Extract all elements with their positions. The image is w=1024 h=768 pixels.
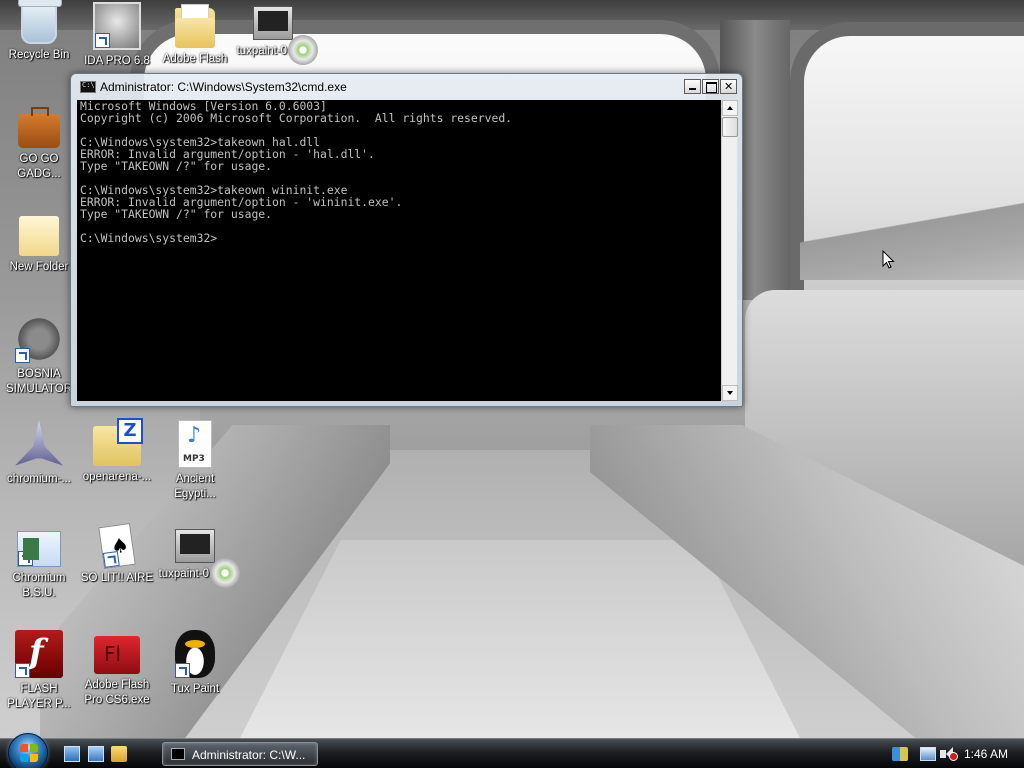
desktop-icon-label: FLASH PLAYER P... — [7, 683, 71, 710]
desktop-icon-label: Tux Paint — [170, 683, 220, 695]
volume-muted-icon — [949, 752, 958, 761]
cmd-title-bar[interactable]: Administrator: C:\Windows\System32\cmd.e… — [71, 74, 742, 100]
shortcut-arrow-icon — [18, 551, 33, 566]
shortcut-arrow-icon — [175, 663, 190, 678]
desktop-icon-label: Ancient Egypti... — [174, 473, 216, 500]
desktop-icon-label: IDA PRO 6.8 — [84, 55, 150, 67]
show-desktop-icon[interactable] — [64, 746, 80, 762]
desktop-icon-tuxpaint-installer-1[interactable]: tuxpaint-0.9.... — [234, 2, 318, 65]
desktop-icon-ida-pro[interactable]: IDA PRO 6.8 — [78, 2, 156, 69]
solitaire-icon — [98, 522, 136, 570]
cmd-window-title: Administrator: C:\Windows\System32\cmd.e… — [100, 80, 347, 94]
switch-windows-icon[interactable] — [88, 746, 104, 762]
cmd-app-icon — [171, 748, 185, 760]
desktop-icon-adobe-flash-folder[interactable]: Adobe Flash — [156, 2, 234, 67]
shortcut-arrow-icon — [95, 33, 110, 48]
desktop-icon-label: BOSNIA SIMULATOR — [5, 368, 73, 395]
shortcut-arrow-icon — [15, 663, 30, 678]
desktop-icon-chromium-game[interactable]: chromium-... — [0, 420, 78, 487]
briefcase-icon — [18, 107, 60, 148]
desktop-icon-new-folder[interactable]: New Folder — [0, 210, 78, 275]
desktop-icon-label: New Folder — [9, 261, 69, 273]
windows-start-orb-icon[interactable] — [8, 733, 48, 768]
cmd-window[interactable]: Administrator: C:\Windows\System32\cmd.e… — [70, 73, 743, 407]
zip-folder-icon — [93, 418, 143, 466]
vertical-scrollbar[interactable] — [721, 100, 738, 401]
cmd-app-icon[interactable] — [80, 81, 96, 93]
taskbar-button-cmd[interactable]: Administrator: C:\W... — [162, 742, 318, 766]
mp3-file-icon — [178, 420, 212, 468]
scroll-down-arrow-icon[interactable] — [722, 385, 738, 401]
scroll-thumb[interactable] — [722, 117, 738, 137]
desktop-icon-tuxpaint-installer-2[interactable]: tuxpaint-0.9.... — [156, 525, 240, 588]
minimize-button[interactable] — [684, 79, 701, 94]
clock[interactable]: 1:46 AM — [964, 747, 1008, 761]
ida-pro-icon — [93, 2, 141, 50]
desktop-icon-label: Adobe Flash — [162, 53, 228, 65]
folder-icon — [19, 216, 59, 256]
cd-icon — [210, 558, 240, 588]
wallpaper-hills — [800, 190, 1024, 280]
taskbar: Administrator: C:\W... 1:46 AM — [0, 733, 1024, 768]
desktop-icon-recycle-bin[interactable]: Recycle Bin — [0, 0, 78, 63]
shortcut-arrow-icon — [102, 550, 120, 568]
desktop-icon-chromium-bsu[interactable]: Chromium B.S.U. — [0, 525, 78, 601]
desktop-icon-openarena[interactable]: openarena-... — [78, 418, 156, 485]
installer-icon — [175, 529, 240, 588]
desktop-icon-label: openarena-... — [82, 471, 152, 483]
web-page-icon — [17, 531, 61, 567]
shortcut-arrow-icon — [15, 348, 30, 363]
explorer-icon[interactable] — [111, 746, 127, 762]
tux-icon — [175, 630, 215, 678]
desktop-icon-bosnia-simulator[interactable]: BOSNIA SIMULATOR — [0, 315, 78, 397]
desktop-icon-label: Adobe Flash Pro CS6.exe — [84, 679, 150, 706]
desktop-icon-label: Chromium B.S.U. — [12, 572, 66, 599]
folder-icon — [175, 4, 215, 48]
desktop-icon-label: Recycle Bin — [8, 49, 70, 61]
windows-flag-icon[interactable] — [892, 747, 908, 761]
desktop-icon-label: chromium-... — [7, 473, 71, 485]
cd-icon — [288, 35, 318, 65]
desktop-icon-tux-paint[interactable]: Tux Paint — [156, 630, 234, 697]
console-text: Microsoft Windows [Version 6.0.6003] Cop… — [80, 100, 513, 245]
maximize-button[interactable] — [702, 79, 719, 94]
desktop-icon-label: SO LIT!! AIRE — [80, 572, 154, 584]
desktop-icon-label: GO GO GADG... — [17, 153, 61, 180]
desktop-icon-adobe-flash-pro[interactable]: Adobe Flash Pro CS6.exe — [78, 630, 156, 708]
recycle-bin-icon — [18, 0, 62, 44]
console-output[interactable]: Microsoft Windows [Version 6.0.6003] Cop… — [77, 100, 721, 401]
flash-player-icon — [15, 630, 63, 678]
close-button[interactable] — [720, 79, 737, 94]
system-tray: 1:46 AM — [884, 740, 1024, 768]
network-icon[interactable] — [920, 747, 936, 761]
spaceship-icon — [15, 420, 63, 466]
desktop-icon-flash-player[interactable]: FLASH PLAYER P... — [0, 630, 78, 712]
taskbar-button-label: Administrator: C:\W... — [192, 748, 306, 762]
desktop-icon-solitaire[interactable]: SO LIT!! AIRE — [78, 522, 156, 586]
desktop-icon-ancient-egypt-mp3[interactable]: Ancient Egypti... — [156, 420, 234, 502]
flash-pro-icon — [94, 636, 140, 674]
installer-icon — [253, 6, 318, 65]
mine-icon — [15, 315, 63, 363]
desktop-icon-go-go-gadget[interactable]: GO GO GADG... — [0, 104, 78, 182]
scroll-up-arrow-icon[interactable] — [722, 100, 738, 116]
